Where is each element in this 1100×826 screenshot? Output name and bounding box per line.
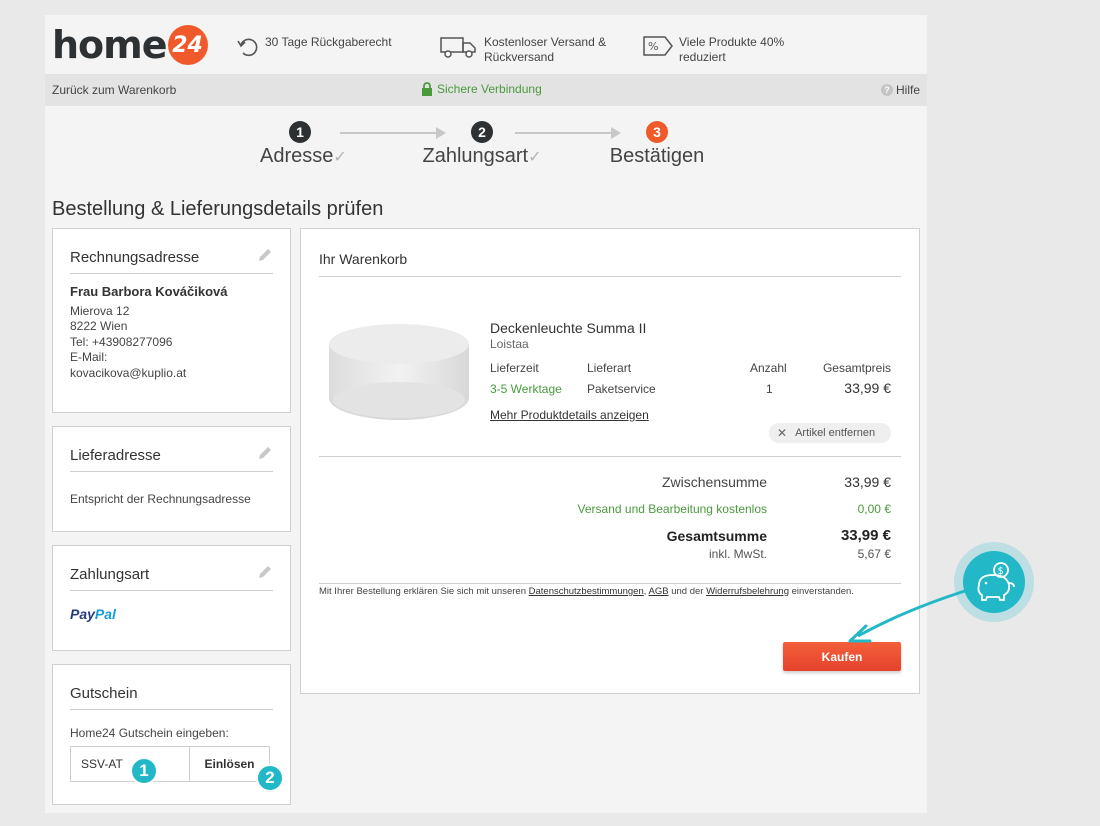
subtotal-label: Zwischensumme xyxy=(661,474,767,490)
buy-button[interactable]: Kaufen xyxy=(783,642,901,671)
step-badge-1: 1 xyxy=(130,757,158,785)
paypal-logo: PayPal xyxy=(70,606,116,622)
shipping-value: 0,00 € xyxy=(857,502,891,516)
step-number: 1 xyxy=(289,121,311,143)
checkout-steps: 1 Adresse✓ 2 Zahlungsart✓ 3 Bestätigen xyxy=(45,121,927,181)
cancellation-policy-link[interactable]: Widerrufsbelehrung xyxy=(706,586,789,597)
terms-link[interactable]: AGB xyxy=(649,586,669,597)
usp-discount: % Viele Produkte 40% reduziert xyxy=(643,35,784,65)
step-label: Zahlungsart xyxy=(422,145,529,167)
payment-title: Zahlungsart xyxy=(70,566,150,583)
voucher-title: Gutschein xyxy=(70,685,138,702)
delivery-address-card: Lieferadresse Entspricht der Rechnungsad… xyxy=(52,426,291,532)
step-badge-2: 2 xyxy=(256,764,284,792)
product-image[interactable] xyxy=(328,322,470,426)
divider xyxy=(319,583,901,584)
help-link[interactable]: ? Hilfe xyxy=(880,83,920,97)
billing-title: Rechnungsadresse xyxy=(70,249,200,266)
usp-return: 30 Tage Rückgaberecht xyxy=(235,35,392,59)
usp-shipping-line1: Kostenloser Versand & xyxy=(484,35,607,49)
step-number: 3 xyxy=(646,121,668,143)
logo-text: home xyxy=(52,23,168,67)
step-address[interactable]: 1 Adresse✓ xyxy=(260,121,347,168)
delivery-method: Paketservice xyxy=(587,382,656,396)
step-confirm: 3 Bestätigen xyxy=(597,121,717,168)
step-number: 2 xyxy=(471,121,493,143)
remove-item-button[interactable]: ✕ Artikel entfernen xyxy=(769,423,891,443)
legal-notice: Mit Ihrer Bestellung erklären Sie sich m… xyxy=(319,586,854,597)
cart-title: Ihr Warenkorb xyxy=(319,251,408,267)
header: home 24 30 Tage Rückgaberecht Kostenlose… xyxy=(45,15,927,74)
billing-email: kovacikova@kuplio.at xyxy=(70,365,187,380)
billing-street: Mierova 12 xyxy=(70,303,130,318)
step-label: Bestätigen xyxy=(609,145,705,167)
sub-navigation-bar: Zurück zum Warenkorb Sichere Verbindung … xyxy=(45,74,927,106)
remove-item-label: Artikel entfernen xyxy=(795,427,876,439)
delivery-time: 3-5 Werktage xyxy=(490,382,562,396)
privacy-policy-link[interactable]: Datenschutzbestimmungen xyxy=(529,586,644,597)
total-value: 33,99 € xyxy=(840,527,891,544)
voucher-card: Gutschein Home24 Gutschein eingeben: Ein… xyxy=(52,664,291,805)
header-anzahl: Anzahl xyxy=(750,361,787,375)
header-gesamtpreis: Gesamtpreis xyxy=(822,361,891,375)
subtotal-value: 33,99 € xyxy=(844,474,891,490)
usp-shipping-line2: Rückversand xyxy=(484,50,555,64)
pencil-icon[interactable] xyxy=(257,564,273,580)
return-arrow-icon xyxy=(237,38,258,57)
vat-value: 5,67 € xyxy=(857,547,891,561)
checkmark-icon: ✓ xyxy=(528,149,542,166)
percent-tag-icon: % xyxy=(643,36,673,56)
checkmark-icon: ✓ xyxy=(333,149,347,166)
back-to-cart-link[interactable]: Zurück zum Warenkorb xyxy=(52,83,176,97)
product-details-link[interactable]: Mehr Produktdetails anzeigen xyxy=(490,408,649,422)
billing-address-card: Rechnungsadresse Frau Barbora Kováčiková… xyxy=(52,228,291,413)
quantity: 1 xyxy=(766,382,773,396)
vat-label: inkl. MwSt. xyxy=(708,547,767,561)
piggy-bank-icon: $ xyxy=(977,562,1015,601)
lock-icon xyxy=(422,82,432,96)
billing-city: 8222 Wien xyxy=(70,319,128,333)
help-label: Hilfe xyxy=(895,83,920,97)
page-title: Bestellung & Lieferungsdetails prüfen xyxy=(52,198,384,220)
total-label: Gesamtsumme xyxy=(666,528,767,544)
cart-panel: Ihr Warenkorb Deckenleuchte Summa II Loi… xyxy=(300,228,920,694)
pencil-icon[interactable] xyxy=(257,247,273,263)
shipping-label: Versand und Bearbeitung kostenlos xyxy=(577,502,767,516)
truck-icon xyxy=(440,37,476,58)
svg-text:%: % xyxy=(648,40,658,53)
secure-connection-label: Sichere Verbindung xyxy=(437,82,542,96)
step-payment[interactable]: 2 Zahlungsart✓ xyxy=(417,121,547,168)
billing-email-label: E-Mail: xyxy=(70,350,108,364)
voucher-label: Home24 Gutschein eingeben: xyxy=(70,726,229,740)
usp-shipping: Kostenloser Versand & Rückversand xyxy=(440,35,606,65)
close-icon: ✕ xyxy=(777,426,788,440)
savings-badge: $ xyxy=(954,542,1034,622)
logo-badge: 24 xyxy=(167,25,208,65)
delivery-text: Entspricht der Rechnungsadresse xyxy=(70,492,251,506)
usp-discount-line1: Viele Produkte 40% xyxy=(679,35,785,49)
product-name[interactable]: Deckenleuchte Summa II xyxy=(490,320,646,336)
billing-name: Frau Barbora Kováčiková xyxy=(70,284,228,299)
header-lieferart: Lieferart xyxy=(587,361,632,375)
checkout-page: home 24 30 Tage Rückgaberecht Kostenlose… xyxy=(45,15,927,813)
step-label: Adresse xyxy=(260,145,334,167)
help-icon: ? xyxy=(880,84,893,96)
divider xyxy=(319,456,901,457)
payment-method-card: Zahlungsart PayPal xyxy=(52,545,291,651)
delivery-title: Lieferadresse xyxy=(70,447,161,464)
billing-phone: Tel: +43908277096 xyxy=(70,334,173,349)
item-total-price: 33,99 € xyxy=(844,380,891,396)
header-lieferzeit: Lieferzeit xyxy=(490,361,539,375)
product-brand: Loistaa xyxy=(490,337,529,351)
home24-logo[interactable]: home 24 xyxy=(52,23,208,67)
pencil-icon[interactable] xyxy=(257,445,273,461)
usp-return-line1: 30 Tage Rückgaberecht xyxy=(265,35,392,49)
usp-discount-line2: reduziert xyxy=(679,50,726,64)
secure-connection: Sichere Verbindung xyxy=(421,82,542,96)
